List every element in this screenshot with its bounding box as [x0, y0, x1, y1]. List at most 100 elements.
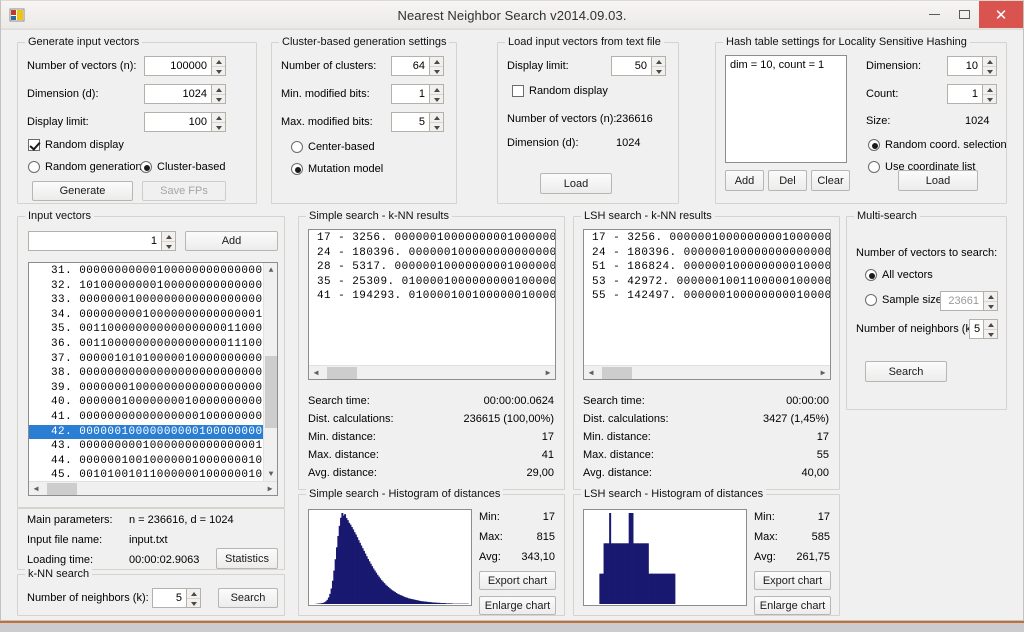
max-bits-spin-buttons[interactable] — [429, 112, 444, 132]
spin-up-icon[interactable] — [652, 57, 665, 67]
knn-neighbors-stepper[interactable]: 5 — [152, 588, 201, 608]
add-vector-button[interactable]: Add — [185, 231, 278, 251]
hscroll-thumb[interactable] — [602, 367, 632, 379]
list-item[interactable]: 28 - 5317. 000000100000000010000000 — [309, 260, 555, 275]
radio-random-coord-selection[interactable]: Random coord. selection — [868, 139, 1007, 151]
max-bits-input[interactable]: 5 — [391, 112, 429, 132]
minimize-button[interactable] — [919, 1, 949, 28]
maximize-button[interactable] — [949, 1, 979, 28]
scroll-right-icon[interactable]: ▶ — [816, 366, 830, 379]
hash-dimension-input[interactable]: 10 — [947, 56, 982, 76]
hash-count-input[interactable]: 1 — [947, 84, 982, 104]
spin-down-icon[interactable] — [983, 67, 996, 76]
max-bits-stepper[interactable]: 5 — [391, 112, 444, 132]
num-clusters-stepper[interactable]: 64 — [391, 56, 444, 76]
random-display-checkbox[interactable]: Random display — [28, 139, 124, 151]
hash-count-stepper[interactable]: 1 — [947, 84, 997, 104]
spin-down-icon[interactable] — [983, 95, 996, 104]
spin-down-icon[interactable] — [430, 67, 443, 76]
lsh-search-hscrollbar[interactable]: ◀ ▶ — [584, 365, 830, 379]
list-item[interactable]: 35 - 25309. 010000100000000010000000 — [309, 275, 555, 290]
num-vectors-spin-buttons[interactable] — [211, 56, 226, 76]
file-display-limit-stepper[interactable]: 50 — [611, 56, 666, 76]
list-item[interactable]: 36. 001100000000000000000111000000 — [29, 337, 277, 352]
list-item[interactable]: 39. 000000010000000000000000000010 — [29, 381, 277, 396]
spin-down-icon[interactable] — [212, 123, 225, 132]
spin-up-icon[interactable] — [162, 232, 175, 242]
scroll-left-icon[interactable]: ◀ — [309, 366, 323, 379]
statistics-button[interactable]: Statistics — [216, 548, 278, 569]
list-item[interactable]: 32. 101000000001000000000000000000 — [29, 279, 277, 294]
save-fps-button[interactable]: Save FPs — [142, 181, 226, 201]
sample-size-stepper[interactable]: 23661 — [940, 291, 998, 311]
list-item[interactable]: 44. 000000100100000010000000100000 — [29, 454, 277, 469]
multi-neighbors-input[interactable]: 5 — [969, 319, 983, 339]
file-random-display-checkbox[interactable]: Random display — [512, 85, 608, 97]
lsh-histogram-chart[interactable] — [583, 509, 747, 606]
hash-clear-button[interactable]: Clear — [811, 170, 850, 191]
simple-enlarge-chart-button[interactable]: Enlarge chart — [479, 596, 556, 615]
knn-neighbors-spin-buttons[interactable] — [186, 588, 201, 608]
sample-size-spin-buttons[interactable] — [983, 291, 998, 311]
radio-center-based[interactable]: Center-based — [291, 141, 375, 153]
spin-down-icon[interactable] — [430, 123, 443, 132]
simple-search-hscrollbar[interactable]: ◀ ▶ — [309, 365, 555, 379]
multi-search-button[interactable]: Search — [865, 361, 947, 382]
multi-neighbors-stepper[interactable]: 5 — [969, 319, 998, 339]
sample-size-input[interactable]: 23661 — [940, 291, 983, 311]
input-vectors-listbox[interactable]: 31. 000000000001000000000000000000 32. 10… — [28, 262, 278, 496]
spin-up-icon[interactable] — [430, 113, 443, 123]
spin-up-icon[interactable] — [984, 320, 997, 330]
list-item[interactable]: 38. 000000000000000000000000000000 — [29, 366, 277, 381]
multi-neighbors-spin-buttons[interactable] — [983, 319, 998, 339]
list-item[interactable]: 24 - 180396. 000000100000000000000000 — [584, 246, 830, 261]
hash-count-spin-buttons[interactable] — [982, 84, 997, 104]
knn-neighbors-input[interactable]: 5 — [152, 588, 186, 608]
list-item[interactable]: 34. 000000000100000000000000010000 — [29, 308, 277, 323]
close-button[interactable]: ✕ — [979, 1, 1023, 28]
simple-export-chart-button[interactable]: Export chart — [479, 571, 556, 590]
radio-random-generation[interactable]: Random generation — [28, 161, 142, 173]
spin-down-icon[interactable] — [984, 302, 997, 311]
radio-sample-size[interactable]: Sample size: — [865, 294, 945, 306]
hash-dimension-stepper[interactable]: 10 — [947, 56, 997, 76]
input-vectors-hscrollbar[interactable]: ◀ ▶ — [29, 481, 277, 495]
input-vectors-vscrollbar[interactable]: ▲ ▼ — [263, 263, 277, 481]
title-bar[interactable]: Nearest Neighbor Search v2014.09.03. ✕ — [1, 1, 1023, 29]
list-item[interactable]: 53 - 42972. 000000100110000010000000 — [584, 275, 830, 290]
dimension-input[interactable]: 1024 — [144, 84, 211, 104]
spin-up-icon[interactable] — [187, 589, 200, 599]
simple-search-listbox[interactable]: 17 - 3256. 000000100000000010000000 24 -… — [308, 229, 556, 380]
display-limit-spin-buttons[interactable] — [211, 112, 226, 132]
scroll-right-icon[interactable]: ▶ — [541, 366, 555, 379]
list-item[interactable]: 24 - 180396. 000000100000000000000000 — [309, 246, 555, 261]
scroll-left-icon[interactable]: ◀ — [584, 366, 598, 379]
vector-index-stepper[interactable]: 1 — [28, 231, 176, 251]
radio-mutation-model[interactable]: Mutation model — [291, 163, 383, 175]
file-display-limit-spin-buttons[interactable] — [651, 56, 666, 76]
spin-down-icon[interactable] — [162, 242, 175, 251]
radio-cluster-based[interactable]: Cluster-based — [140, 161, 225, 173]
list-item[interactable]: 55 - 142497. 000000100000000010000000 — [584, 289, 830, 304]
hash-add-button[interactable]: Add — [725, 170, 764, 191]
hscroll-thumb[interactable] — [47, 483, 77, 495]
dimension-stepper[interactable]: 1024 — [144, 84, 226, 104]
spin-down-icon[interactable] — [212, 67, 225, 76]
spin-up-icon[interactable] — [984, 292, 997, 302]
spin-up-icon[interactable] — [430, 57, 443, 67]
min-bits-spin-buttons[interactable] — [429, 84, 444, 104]
lsh-enlarge-chart-button[interactable]: Enlarge chart — [754, 596, 831, 615]
hash-load-button[interactable]: Load — [898, 170, 978, 191]
hash-table-entry[interactable]: dim = 10, count = 1 — [730, 59, 842, 71]
list-item[interactable]: 42. 000000100000000001000000000000 — [29, 424, 277, 440]
hash-del-button[interactable]: Del — [768, 170, 807, 191]
spin-up-icon[interactable] — [212, 57, 225, 67]
scroll-right-icon[interactable]: ▶ — [263, 482, 277, 495]
spin-down-icon[interactable] — [187, 599, 200, 608]
list-item[interactable]: 35. 001100000000000000000110000001 — [29, 322, 277, 337]
display-limit-stepper[interactable]: 100 — [144, 112, 226, 132]
vscroll-thumb[interactable] — [265, 356, 277, 428]
list-item[interactable]: 33. 000000010000000000000000000010 — [29, 293, 277, 308]
lsh-export-chart-button[interactable]: Export chart — [754, 571, 831, 590]
generate-button[interactable]: Generate — [32, 181, 133, 201]
